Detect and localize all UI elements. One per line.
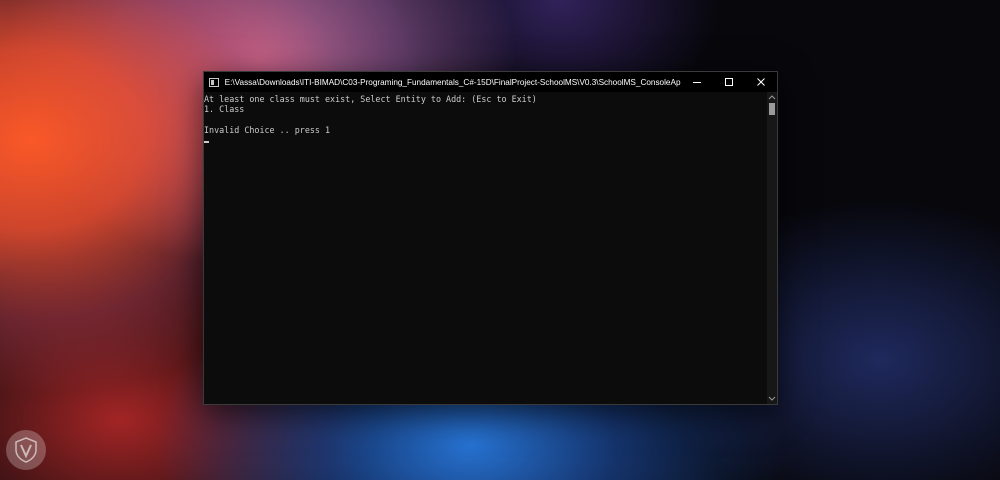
close-button[interactable] (745, 72, 777, 92)
minimize-button[interactable] (681, 72, 713, 92)
shield-icon (15, 437, 37, 463)
maximize-icon (725, 78, 733, 86)
close-icon (757, 78, 765, 86)
title-bar[interactable]: E:\Vassa\Downloads\ITI-BIMAD\C03-Program… (204, 72, 777, 92)
watermark-logo (6, 430, 46, 470)
console-window[interactable]: E:\Vassa\Downloads\ITI-BIMAD\C03-Program… (203, 71, 778, 405)
vertical-scrollbar[interactable] (767, 92, 777, 404)
console-app-icon (209, 77, 219, 87)
chevron-down-icon (768, 396, 776, 401)
scroll-down-button[interactable] (767, 394, 777, 404)
scroll-thumb[interactable] (769, 103, 775, 115)
console-line-prompt: At least one class must exist, Select En… (204, 94, 537, 104)
chevron-up-icon (768, 95, 776, 100)
console-output[interactable]: At least one class must exist, Select En… (204, 92, 767, 404)
minimize-icon (693, 82, 701, 83)
console-line-input[interactable] (204, 136, 767, 146)
scroll-up-button[interactable] (767, 92, 777, 102)
text-cursor (204, 140, 209, 143)
console-line-error: Invalid Choice .. press 1 (204, 125, 331, 136)
window-controls (681, 72, 777, 92)
maximize-button[interactable] (713, 72, 745, 92)
console-line-option: 1. Class (204, 104, 245, 115)
window-title: E:\Vassa\Downloads\ITI-BIMAD\C03-Program… (224, 77, 681, 87)
